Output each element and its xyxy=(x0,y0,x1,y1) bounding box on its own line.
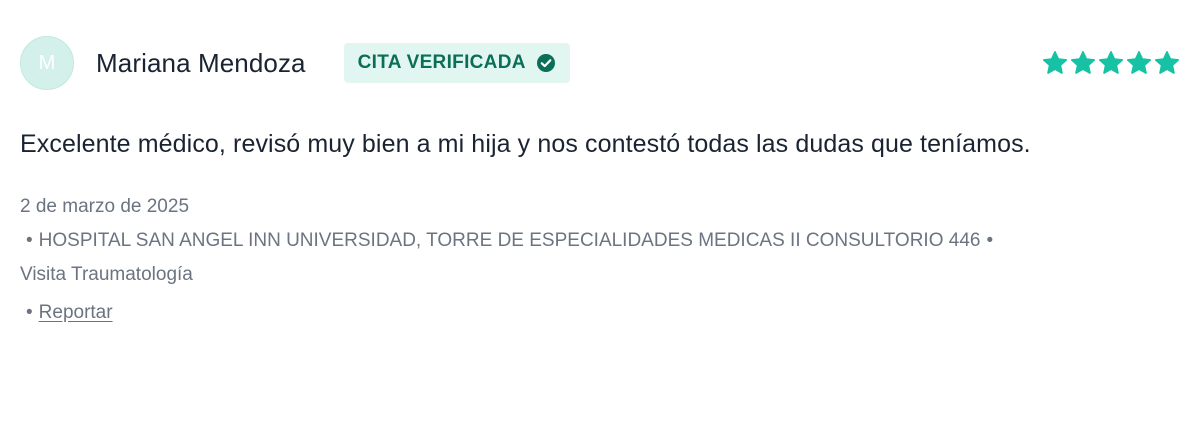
check-circle-icon xyxy=(536,54,555,72)
author-name: Mariana Mendoza xyxy=(96,47,306,78)
report-row: • Reportar xyxy=(20,298,1180,328)
bullet-separator: • xyxy=(26,302,33,323)
avatar-initial: M xyxy=(38,51,56,74)
bullet-separator: • xyxy=(26,230,33,251)
star-icon xyxy=(1154,51,1180,74)
star-rating xyxy=(1042,50,1180,76)
report-link[interactable]: Reportar xyxy=(39,302,113,323)
review-card: M Mariana Mendoza CITA VERIFICADA Excele… xyxy=(20,34,1180,328)
bullet-separator: • xyxy=(986,230,994,251)
avatar: M xyxy=(20,36,74,90)
star-icon xyxy=(1070,51,1096,74)
star-icon xyxy=(1042,51,1068,74)
review-text: Excelente médico, revisó muy bien a mi h… xyxy=(20,130,1031,158)
star-icon xyxy=(1098,51,1124,74)
verified-badge: CITA VERIFICADA xyxy=(343,43,570,83)
verified-badge-label: CITA VERIFICADA xyxy=(357,52,526,73)
review-header: M Mariana Mendoza CITA VERIFICADA xyxy=(20,34,1180,92)
review-location: HOSPITAL SAN ANGEL INN UNIVERSIDAD, TORR… xyxy=(38,230,981,251)
star-icon xyxy=(1126,51,1152,74)
review-meta: 2 de marzo de 2025 • HOSPITAL SAN ANGEL I… xyxy=(20,190,1180,292)
review-location-line: • HOSPITAL SAN ANGEL INN UNIVERSIDAD, TOR… xyxy=(20,224,1180,258)
visit-type: Visita Traumatología xyxy=(20,264,193,285)
review-date: 2 de marzo de 2025 xyxy=(20,196,190,217)
